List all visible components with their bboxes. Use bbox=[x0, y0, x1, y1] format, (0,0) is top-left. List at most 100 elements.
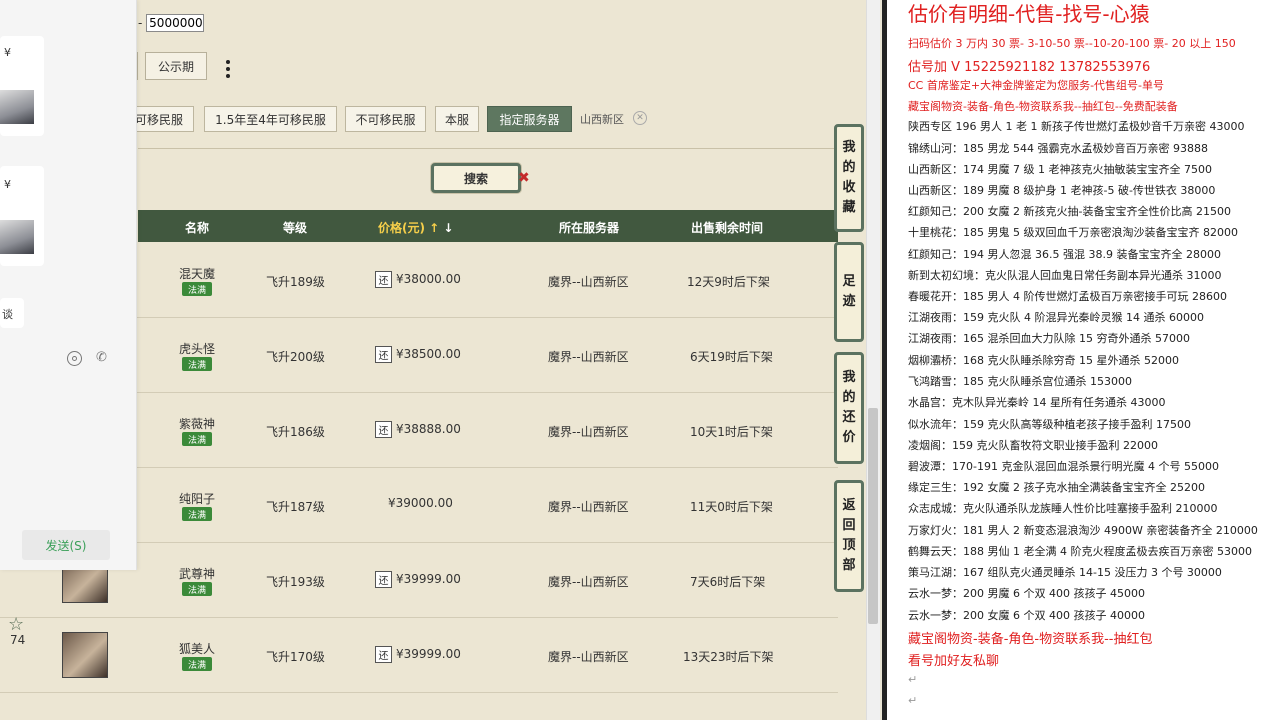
remaining-time: 7天6时后下架 bbox=[690, 575, 766, 589]
character-level: 飞升200级 bbox=[266, 350, 325, 364]
bargain-icon[interactable]: 还 bbox=[375, 271, 392, 288]
bargain-icon[interactable]: 还 bbox=[375, 646, 392, 663]
doc-line: 碧波潭：170-191 克金队混回血混杀景行明光魔 4 个号 55000 bbox=[908, 460, 1219, 473]
server-name: 魔界--山西新区 bbox=[548, 500, 629, 514]
doc-line: 江湖夜雨：159 克火队 4 阶混异光秦岭灵猴 14 通杀 60000 bbox=[908, 311, 1204, 324]
search-button[interactable]: 搜索 bbox=[431, 163, 521, 193]
sort-down-icon[interactable]: ↓ bbox=[443, 221, 453, 235]
server-name: 魔界--山西新区 bbox=[548, 425, 629, 439]
send-button[interactable]: 发送(S) bbox=[22, 530, 110, 560]
status-badge: 法满 bbox=[182, 507, 212, 521]
character-name[interactable]: 纯阳子 bbox=[179, 490, 215, 507]
close-icon[interactable]: ✕ bbox=[633, 111, 647, 125]
clear-icon[interactable]: ✖ bbox=[518, 170, 530, 186]
my-favorites-tab[interactable]: 我的收藏 bbox=[834, 124, 864, 232]
character-name[interactable]: 武尊神 bbox=[179, 565, 215, 582]
price: 还 ¥39999.00 bbox=[375, 571, 461, 588]
likes-count: 74 bbox=[10, 633, 26, 647]
remaining-time: 10天1时后下架 bbox=[690, 425, 773, 439]
price-value: ¥39999.00 bbox=[396, 647, 461, 661]
price: ¥39000.00 bbox=[388, 496, 453, 510]
bargain-icon[interactable]: 还 bbox=[375, 421, 392, 438]
doc-line: 鹤舞云天：188 男仙 1 老全满 4 阶克火程度孟极去疾百万亲密 53000 bbox=[908, 545, 1252, 558]
doc-line: CC 首席鉴定+大神金牌鉴定为您服务-代售组号-单号 bbox=[908, 79, 1165, 92]
price-value: ¥39000.00 bbox=[388, 496, 453, 510]
price-value: ¥38000.00 bbox=[396, 272, 461, 286]
doc-line: 云水一梦：200 女魔 6 个双 400 孩孩子 40000 bbox=[908, 609, 1145, 622]
footprint-tab[interactable]: 足迹 bbox=[834, 242, 864, 342]
header-price[interactable]: 价格(元) ↑ ↓ bbox=[378, 219, 453, 236]
price-range: - bbox=[138, 14, 205, 32]
status-badge: 法满 bbox=[182, 282, 212, 296]
doc-line: 策马江湖：167 组队克火通灵睡杀 14-15 没压力 3 个号 30000 bbox=[908, 566, 1222, 579]
doc-border bbox=[882, 0, 887, 720]
phone-icon[interactable]: ✆ bbox=[96, 350, 107, 365]
status-badge: 法满 bbox=[182, 432, 212, 446]
chat-yen: ¥ bbox=[4, 46, 11, 59]
more-icon[interactable] bbox=[220, 56, 236, 82]
remaining-time: 6天19时后下架 bbox=[690, 350, 773, 364]
price: 还 ¥39999.00 bbox=[375, 646, 461, 663]
character-level: 飞升189级 bbox=[266, 275, 325, 289]
table-row[interactable]: ☆ 74 狐美人 法满 飞升170级 还 ¥39999.00 魔界--山西新区 1… bbox=[0, 614, 838, 693]
status-badge: 法满 bbox=[182, 357, 212, 371]
paragraph-mark-icon: ↵ bbox=[908, 694, 918, 707]
character-name[interactable]: 狐美人 bbox=[179, 640, 215, 657]
scrollbar-thumb[interactable] bbox=[868, 408, 878, 624]
character-name[interactable]: 紫薇神 bbox=[179, 415, 215, 432]
doc-line: 缘定三生：192 女魔 2 孩子克水抽全满装备宝宝齐全 25200 bbox=[908, 481, 1205, 494]
screen: - 公示期 可移民服 1.5年至4年可移民服 不可移民服 本服 指定服务器 山西… bbox=[0, 0, 1280, 720]
doc-line: 山西新区：174 男魔 7 级 1 老神孩克火抽敏装宝宝齐全 7500 bbox=[908, 163, 1212, 176]
header-server: 所在服务器 bbox=[559, 221, 620, 235]
doc-line: 藏宝阁物资-装备-角色-物资联系我--抽红包 bbox=[908, 632, 1153, 647]
price: 还 ¥38888.00 bbox=[375, 421, 461, 438]
remaining-time: 11天0时后下架 bbox=[690, 500, 773, 514]
filter-1-5-to-4-years[interactable]: 1.5年至4年可移民服 bbox=[204, 106, 337, 132]
doc-line: 红颜知己：200 女魔 2 新孩克火抽-装备宝宝齐全性价比高 21500 bbox=[908, 205, 1231, 218]
server-name: 魔界--山西新区 bbox=[548, 650, 629, 664]
doc-line: 山西新区：189 男魔 8 级护身 1 老神孩-5 破-传世铁衣 38000 bbox=[908, 184, 1216, 197]
doc-line: 烟柳灞桥：168 克火队睡杀除穷奇 15 星外通杀 52000 bbox=[908, 354, 1179, 367]
doc-line: 凌烟阁：159 克火队畜牧符文职业接手盈利 22000 bbox=[908, 439, 1158, 452]
doc-line: 众志成城：克火队通杀队龙族睡人性价比哇塞接手盈利 210000 bbox=[908, 502, 1218, 515]
price-max-input[interactable] bbox=[146, 14, 205, 32]
bargain-icon[interactable]: 还 bbox=[375, 571, 392, 588]
doc-line: 十里桃花：185 男鬼 5 级双回血千万亲密浪淘沙装备宝宝齐 82000 bbox=[908, 226, 1238, 239]
filter-non-migratable[interactable]: 不可移民服 bbox=[345, 106, 426, 132]
doc-line: 春暖花开：185 男人 4 阶传世燃灯孟极百万亲密接手可玩 28600 bbox=[908, 290, 1227, 303]
price-value: ¥38500.00 bbox=[396, 347, 461, 361]
remaining-time: 12天9时后下架 bbox=[687, 275, 770, 289]
character-level: 飞升193级 bbox=[266, 575, 325, 589]
announce-button[interactable]: 公示期 bbox=[145, 52, 207, 80]
status-badge: 法满 bbox=[182, 657, 212, 671]
sort-up-icon[interactable]: ↑ bbox=[429, 221, 439, 235]
favorite-star-icon[interactable]: ☆ bbox=[8, 614, 24, 635]
doc-line: 陕西专区 196 男人 1 老 1 新孩子传世燃灯孟极妙音千万亲密 43000 bbox=[908, 120, 1245, 133]
status-badge: 法满 bbox=[182, 582, 212, 596]
character-avatar bbox=[62, 632, 108, 678]
doc-line: 红颜知己：194 男人忽混 36.5 强混 38.9 装备宝宝齐全 28000 bbox=[908, 248, 1221, 261]
header-time: 出售剩余时间 bbox=[691, 221, 764, 235]
doc-line: 似水流年：159 克火队高等级种植老孩子接手盈利 17500 bbox=[908, 418, 1191, 431]
target-icon[interactable] bbox=[67, 351, 82, 366]
my-offers-tab[interactable]: 我的还价 bbox=[834, 352, 864, 464]
server-name: 魔界--山西新区 bbox=[548, 575, 629, 589]
bargain-icon[interactable]: 还 bbox=[375, 346, 392, 363]
price-value: ¥38888.00 bbox=[396, 422, 461, 436]
doc-title: 估价有明细-代售-找号-心猿 bbox=[908, 2, 1150, 26]
header-price-label: 价格(元) bbox=[378, 221, 425, 235]
doc-line: 万家灯火：181 男人 2 新变态混浪淘沙 4900W 亲密装备齐全 21000… bbox=[908, 524, 1258, 537]
character-level: 飞升170级 bbox=[266, 650, 325, 664]
filter-specific-server[interactable]: 指定服务器 bbox=[487, 106, 572, 132]
chat-avatar bbox=[0, 220, 34, 254]
filter-this-server[interactable]: 本服 bbox=[435, 106, 479, 132]
character-level: 飞升187级 bbox=[266, 500, 325, 514]
price-dash: - bbox=[138, 16, 143, 30]
character-name[interactable]: 混天魔 bbox=[179, 265, 215, 282]
back-to-top-tab[interactable]: 返回顶部 bbox=[834, 480, 864, 592]
server-chip-label: 山西新区 bbox=[580, 113, 624, 126]
notes-document: 估价有明细-代售-找号-心猿 扫码估价 3 万内 30 票- 3-10-50 票… bbox=[882, 0, 1280, 720]
chat-panel: ¥ ¥ 谈 ✆ 发送(S) bbox=[0, 0, 137, 570]
character-name[interactable]: 虎头怪 bbox=[179, 340, 215, 357]
doc-line: 估号加 V 15225921182 13782553976 bbox=[908, 60, 1151, 75]
